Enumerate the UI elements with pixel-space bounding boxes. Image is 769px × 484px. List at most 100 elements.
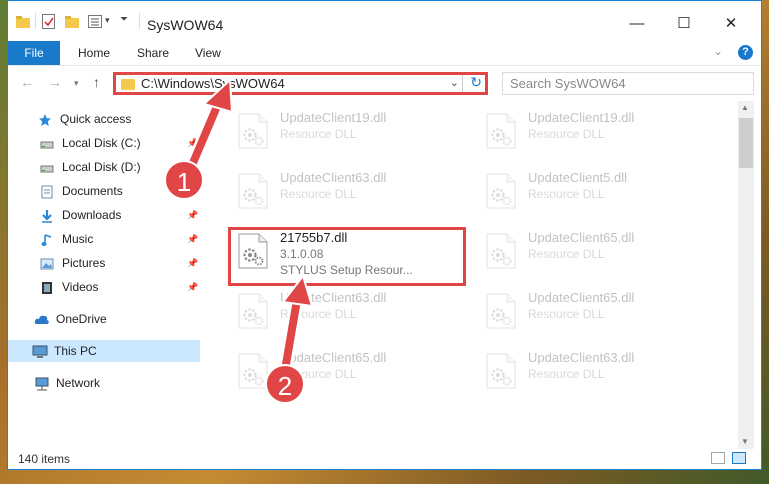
details-view-icon[interactable]: [711, 452, 725, 464]
scroll-thumb[interactable]: [739, 118, 753, 168]
customize-view-icon[interactable]: [88, 15, 102, 28]
step-1-badge: 1: [164, 160, 204, 200]
download-icon: [40, 208, 54, 223]
drive-icon: [40, 136, 54, 150]
tab-home[interactable]: Home: [78, 41, 110, 65]
up-arrow-icon[interactable]: ↑: [93, 74, 100, 90]
scroll-down-icon[interactable]: ▼: [741, 437, 749, 446]
maximize-button[interactable]: ☐: [661, 9, 707, 39]
vertical-scrollbar[interactable]: ▲ ▼: [738, 101, 754, 451]
sidebar-item-label: Local Disk (C:): [62, 136, 141, 150]
file-explorer-window: ▾ ⏷ SysWOW64 — ☐ ✕ File Home Share View …: [7, 0, 762, 470]
ribbon: File Home Share View ⌄ ?: [8, 41, 761, 66]
file-item[interactable]: UpdateClient19.dll Resource DLL: [480, 107, 715, 159]
file-name: UpdateClient63.dll: [280, 290, 387, 305]
file-item[interactable]: UpdateClient63.dll Resource DLL: [480, 347, 715, 399]
file-item[interactable]: UpdateClient65.dll Resource DLL: [480, 287, 715, 339]
navigation-pane: Quick access Local Disk (C:) 📌 Local Disk (…: [8, 101, 204, 441]
step-2-badge: 2: [265, 364, 305, 404]
qat-dropdown-icon[interactable]: ▾: [105, 15, 110, 26]
pin-icon[interactable]: 📌: [187, 204, 198, 226]
file-name: UpdateClient5.dll: [528, 170, 628, 185]
sidebar-item-videos[interactable]: Videos 📌: [8, 276, 200, 298]
pictures-icon: [40, 256, 54, 270]
sidebar-item-label: Network: [56, 376, 101, 390]
star-icon: [38, 112, 52, 126]
sidebar-item-label: Music: [62, 232, 94, 246]
drive-icon: [40, 160, 54, 174]
tab-view[interactable]: View: [195, 41, 221, 65]
file-description: Resource DLL: [280, 307, 357, 321]
file-name: UpdateClient19.dll: [528, 110, 635, 125]
sidebar-item-downloads[interactable]: Downloads 📌: [8, 204, 200, 226]
address-bar[interactable]: C:\Windows\SysWOW64 ⌄ ↻: [113, 72, 488, 95]
sidebar-item-label: Quick access: [60, 112, 132, 126]
dll-file-icon: [238, 113, 268, 149]
file-item[interactable]: UpdateClient65.dll Resource DLL: [480, 227, 715, 279]
file-item[interactable]: UpdateClient5.dll Resource DLL: [480, 167, 715, 219]
dll-file-icon: [238, 353, 268, 389]
dll-file-icon: [486, 233, 516, 269]
file-description: Resource DLL: [528, 367, 605, 381]
file-name: UpdateClient65.dll: [528, 230, 635, 245]
recent-locations-icon[interactable]: ▾: [74, 78, 79, 89]
properties-icon[interactable]: [42, 14, 55, 29]
file-description: Resource DLL: [528, 127, 605, 141]
file-item[interactable]: 21755b7.dll 3.1.0.08 STYLUS Setup Resour..…: [232, 227, 467, 279]
search-input[interactable]: Search SysWOW64: [502, 72, 754, 95]
file-item[interactable]: UpdateClient63.dll Resource DLL: [232, 167, 467, 219]
dll-file-icon: [486, 173, 516, 209]
back-arrow-icon[interactable]: ←: [20, 74, 34, 90]
sidebar-item-label: Pictures: [62, 256, 106, 270]
chevron-down-icon[interactable]: ⌄: [450, 76, 459, 89]
file-description: Resource DLL: [528, 247, 605, 261]
sidebar-item-this-pc[interactable]: This PC: [8, 340, 200, 362]
sidebar-item-quick-access[interactable]: Quick access: [8, 108, 200, 130]
close-button[interactable]: ✕: [708, 9, 754, 39]
folder-icon: [16, 16, 30, 28]
pin-icon[interactable]: 📌: [187, 228, 198, 250]
new-folder-icon[interactable]: [65, 16, 79, 28]
pin-icon[interactable]: 📌: [187, 252, 198, 274]
file-name: UpdateClient65.dll: [528, 290, 635, 305]
computer-icon: [32, 344, 48, 358]
tab-file[interactable]: File: [8, 41, 60, 65]
large-icons-view-icon[interactable]: [732, 452, 746, 464]
forward-arrow-icon[interactable]: →: [48, 74, 62, 90]
navigation-bar: ← → ▾ ↑ C:\Windows\SysWOW64 ⌄ ↻ Search S…: [8, 66, 761, 100]
status-bar: 140 items: [8, 449, 761, 469]
file-item[interactable]: UpdateClient19.dll Resource DLL: [232, 107, 467, 159]
sidebar-item-music[interactable]: Music 📌: [8, 228, 200, 250]
dll-file-icon: [238, 293, 268, 329]
scroll-up-icon[interactable]: ▲: [741, 103, 749, 112]
tab-share[interactable]: Share: [137, 41, 169, 65]
file-name: UpdateClient63.dll: [280, 170, 387, 185]
expand-ribbon-icon[interactable]: ⌄: [713, 44, 723, 58]
search-placeholder: Search SysWOW64: [510, 76, 626, 91]
sidebar-item-label: Videos: [62, 280, 99, 294]
file-description: Resource DLL: [280, 187, 357, 201]
file-item[interactable]: UpdateClient63.dll Resource DLL: [232, 287, 467, 339]
pin-icon[interactable]: 📌: [187, 132, 198, 154]
file-version: 3.1.0.08: [280, 247, 324, 261]
dll-file-icon: [486, 293, 516, 329]
dll-file-icon: [486, 353, 516, 389]
sidebar-item-local-disk-c[interactable]: Local Disk (C:) 📌: [8, 132, 200, 154]
file-name: UpdateClient63.dll: [528, 350, 635, 365]
file-name: UpdateClient65.dll: [280, 350, 387, 365]
pin-icon[interactable]: 📌: [187, 276, 198, 298]
minimize-button[interactable]: —: [614, 9, 660, 39]
dll-file-icon: [238, 173, 268, 209]
help-button[interactable]: ?: [738, 45, 753, 60]
sidebar-item-label: Documents: [62, 184, 123, 198]
sidebar-item-pictures[interactable]: Pictures 📌: [8, 252, 200, 274]
file-description: Resource DLL: [528, 187, 605, 201]
sidebar-item-onedrive[interactable]: OneDrive: [8, 308, 200, 330]
address-path[interactable]: C:\Windows\SysWOW64: [141, 76, 285, 91]
sidebar-item-label: Downloads: [62, 208, 122, 222]
qat-customize-icon[interactable]: ⏷: [120, 14, 128, 25]
videos-icon: [40, 280, 54, 294]
file-description: Resource DLL: [528, 307, 605, 321]
sidebar-item-network[interactable]: Network: [8, 372, 200, 394]
refresh-icon[interactable]: ↻: [470, 74, 482, 91]
